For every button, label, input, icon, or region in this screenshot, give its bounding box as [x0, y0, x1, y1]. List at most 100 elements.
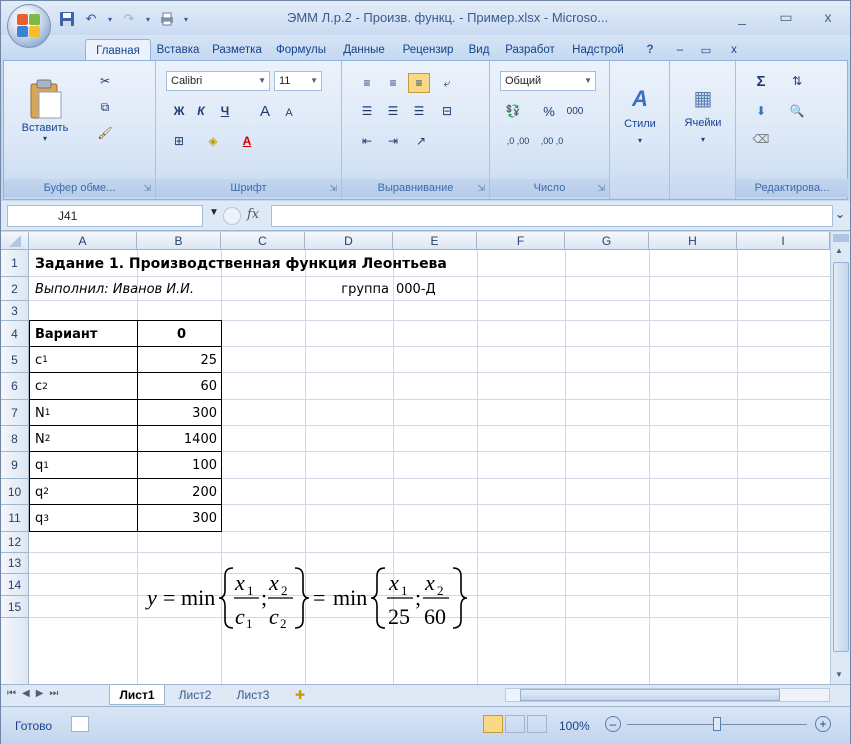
author-cell[interactable]: Выполнил: Иванов И.И.: [35, 277, 194, 301]
leontief-formula-object[interactable]: y = min x 1 c 1 ; x 2 c 2 = min x 1 25 ;…: [141, 562, 481, 634]
undo-icon[interactable]: ↶: [81, 9, 101, 29]
help-icon[interactable]: ?: [639, 39, 661, 61]
redo-dropdown-icon[interactable]: ▾: [143, 9, 153, 29]
table-header-variant-value[interactable]: 0: [177, 321, 186, 347]
table-param-name[interactable]: q1: [35, 452, 49, 479]
thousands-button[interactable]: 000: [564, 101, 586, 121]
merge-center-icon[interactable]: ⊟: [436, 101, 458, 121]
scroll-up-icon[interactable]: ▲: [835, 246, 843, 255]
row-header[interactable]: 6: [1, 373, 29, 400]
horizontal-scrollbar[interactable]: [505, 688, 830, 702]
column-header-a[interactable]: A: [29, 232, 137, 250]
fill-icon[interactable]: ⬇: [750, 101, 772, 121]
column-header-c[interactable]: C: [221, 232, 305, 250]
tab-page-layout[interactable]: Разметка: [205, 39, 269, 61]
select-all-button[interactable]: [1, 232, 29, 250]
grow-font-button[interactable]: A: [254, 101, 276, 121]
row-header[interactable]: 11: [1, 505, 29, 532]
table-header-variant[interactable]: Вариант: [35, 321, 97, 347]
table-param-name[interactable]: q2: [35, 479, 49, 505]
macro-record-icon[interactable]: [71, 716, 89, 732]
column-header-g[interactable]: G: [565, 232, 649, 250]
undo-dropdown-icon[interactable]: ▾: [105, 9, 115, 29]
font-color-button[interactable]: A: [236, 131, 258, 151]
worksheet-grid[interactable]: A B C D E F G H I 1 2 3 4 5 6 7 8 9 10 1…: [1, 232, 850, 684]
currency-icon[interactable]: 💱: [502, 101, 524, 121]
fill-color-icon[interactable]: ◈: [202, 131, 224, 151]
dialog-launcher-icon[interactable]: ⇲: [597, 183, 605, 194]
align-top-icon[interactable]: ≡: [356, 73, 378, 93]
table-param-value[interactable]: 1400: [137, 426, 217, 452]
align-center-icon[interactable]: ☰: [382, 101, 404, 121]
row-header[interactable]: 5: [1, 347, 29, 373]
align-middle-icon[interactable]: ≡: [382, 73, 404, 93]
decrease-indent-icon[interactable]: ⇤: [356, 131, 378, 151]
tab-addins[interactable]: Надстрой: [563, 39, 633, 61]
increase-decimal-button[interactable]: ,0 ,00: [502, 131, 534, 151]
sheet-tab-2[interactable]: Лист2: [167, 685, 223, 705]
row-header[interactable]: 8: [1, 426, 29, 452]
table-param-value[interactable]: 60: [137, 373, 217, 400]
increase-indent-icon[interactable]: ⇥: [382, 131, 404, 151]
row-header[interactable]: 3: [1, 301, 29, 321]
table-param-name[interactable]: N2: [35, 426, 50, 452]
row-header[interactable]: 12: [1, 532, 29, 553]
styles-button[interactable]: A Стили ▾: [614, 75, 666, 155]
formula-cancel-icon[interactable]: [223, 207, 241, 225]
cut-icon[interactable]: ✂: [94, 71, 116, 91]
row-header[interactable]: 10: [1, 479, 29, 505]
dialog-launcher-icon[interactable]: ⇲: [143, 183, 151, 194]
table-param-value[interactable]: 25: [137, 347, 217, 373]
font-size-combo[interactable]: 11 ▼: [274, 71, 322, 91]
italic-button[interactable]: К: [190, 101, 212, 121]
wrap-text-icon[interactable]: ⤶: [436, 73, 458, 93]
page-layout-view-icon[interactable]: [505, 715, 525, 733]
row-header[interactable]: 14: [1, 574, 29, 596]
redo-icon[interactable]: ↷: [119, 9, 139, 29]
insert-function-button[interactable]: fx: [247, 207, 259, 222]
column-header-e[interactable]: E: [393, 232, 477, 250]
autosum-button[interactable]: Σ: [750, 71, 772, 91]
close-button[interactable]: x: [811, 5, 845, 29]
print-icon[interactable]: [157, 9, 177, 29]
number-format-combo[interactable]: Общий ▼: [500, 71, 596, 91]
minimize-button[interactable]: _: [725, 5, 759, 29]
row-header[interactable]: 9: [1, 452, 29, 479]
row-header[interactable]: 1: [1, 250, 29, 277]
orientation-icon[interactable]: ↗: [410, 131, 432, 151]
copy-icon[interactable]: ⧉: [94, 97, 116, 117]
insert-sheet-icon[interactable]: ✚: [285, 685, 315, 705]
name-box[interactable]: J41: [7, 205, 203, 227]
table-param-value[interactable]: 100: [137, 452, 217, 479]
tab-formulas[interactable]: Формулы: [269, 39, 333, 61]
zoom-slider-thumb[interactable]: [713, 717, 721, 731]
row-header[interactable]: 13: [1, 553, 29, 574]
font-name-combo[interactable]: Calibri ▼: [166, 71, 270, 91]
table-param-name[interactable]: c2: [35, 373, 48, 400]
format-painter-icon[interactable]: 🖌: [94, 123, 116, 143]
maximize-button[interactable]: ▭: [769, 5, 803, 29]
normal-view-icon[interactable]: [483, 715, 503, 733]
ribbon-minimize-icon[interactable]: –: [669, 39, 691, 61]
dialog-launcher-icon[interactable]: ⇲: [329, 183, 337, 194]
group-label-cell[interactable]: группа: [305, 277, 389, 301]
sheet-tab-3[interactable]: Лист3: [225, 685, 281, 705]
horizontal-scroll-thumb[interactable]: [520, 689, 780, 701]
dialog-launcher-icon[interactable]: ⇲: [477, 183, 485, 194]
split-box-icon[interactable]: [833, 234, 849, 242]
tab-home[interactable]: Главная: [85, 39, 151, 61]
tab-review[interactable]: Рецензир: [395, 39, 461, 61]
tab-view[interactable]: Вид: [461, 39, 497, 61]
align-bottom-icon[interactable]: ≡: [408, 73, 430, 93]
borders-icon[interactable]: ⊞: [168, 131, 190, 151]
tab-data[interactable]: Данные: [333, 39, 395, 61]
table-param-name[interactable]: q3: [35, 505, 49, 532]
table-param-name[interactable]: N1: [35, 400, 50, 426]
paste-button[interactable]: Вставить ▾: [14, 69, 76, 151]
table-param-value[interactable]: 300: [137, 400, 217, 426]
row-header[interactable]: 15: [1, 596, 29, 618]
bold-button[interactable]: Ж: [168, 101, 190, 121]
percent-button[interactable]: %: [538, 101, 560, 121]
column-header-b[interactable]: B: [137, 232, 221, 250]
group-value-cell[interactable]: 000-Д: [396, 277, 436, 301]
